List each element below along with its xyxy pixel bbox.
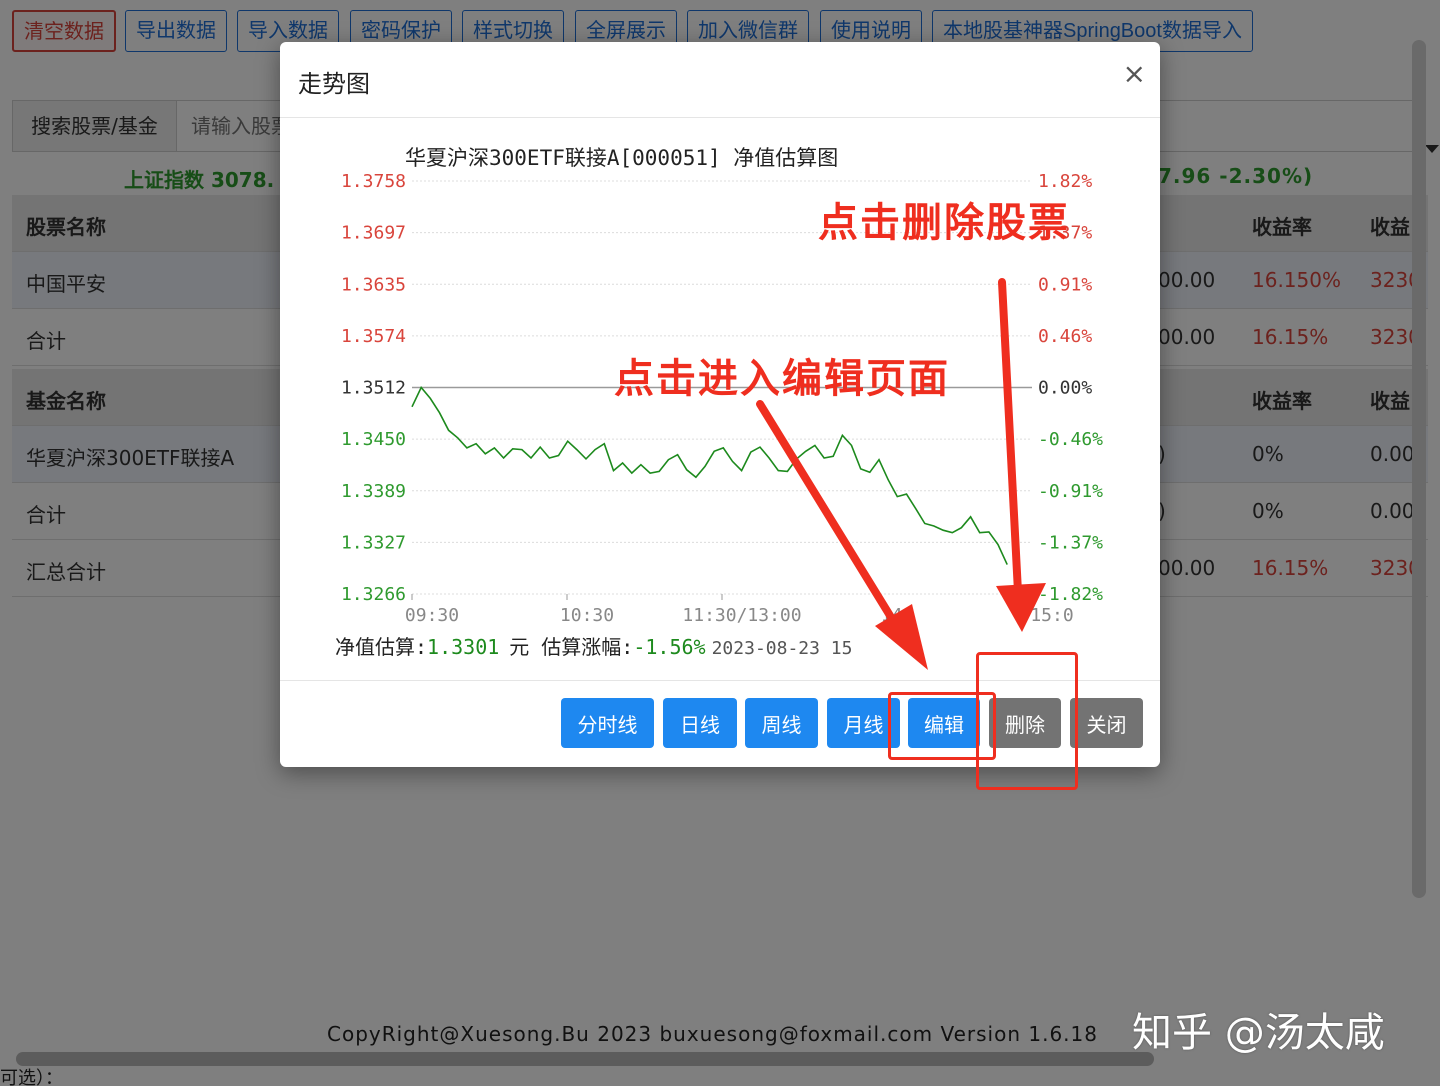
watermark: 知乎 @汤太咸 [1132,1010,1385,1056]
minute-line-button[interactable]: 分时线 [561,698,654,748]
y-tick-label: 1.3450 [341,429,406,450]
close-icon[interactable]: × [1123,58,1146,90]
vertical-scrollbar[interactable] [1412,40,1426,898]
x-tick-label: 14: [881,605,914,626]
nav-time: 2023-08-23 15 [712,638,853,659]
x-tick-label: 15:0 [1030,605,1073,626]
y-tick-label: 1.3389 [341,481,406,502]
x-tick-label: 10:30 [560,605,614,626]
nav-value: 1.3301 [427,635,499,659]
y-tick-label: 1.3574 [341,326,406,347]
change-value: -1.56% [633,635,705,659]
chart-title: 华夏沪深300ETF联接A[000051] 净值估算图 [405,146,838,170]
delete-annotation-label: 点击删除股票 [818,200,1070,246]
y-tick-label-percent: -0.91% [1038,481,1103,502]
y-tick-label-percent: 0.00% [1038,378,1092,399]
y-tick-label: 1.3327 [341,532,406,553]
edit-annotation-label: 点击进入编辑页面 [614,356,950,402]
chart-footer: 净值估算:1.3301 元估算涨幅:-1.56% 2023-08-23 15 [335,635,852,659]
x-tick-label: 11:30/13:00 [682,605,801,626]
y-tick-label-percent: 1.82% [1038,171,1092,192]
nav-label: 净值估算: [335,635,427,659]
y-tick-label-percent: -1.37% [1038,532,1103,553]
y-tick-label: 1.3635 [341,274,406,295]
horizontal-scrollbar[interactable] [16,1052,1154,1066]
modal-header: 走势图 × [280,42,1160,118]
y-tick-label: 1.3266 [341,584,406,605]
close-button[interactable]: 关闭 [1070,698,1143,748]
modal-title: 走势图 [298,70,370,98]
y-tick-label: 1.3758 [341,171,406,192]
nav-unit: 元 [509,635,529,659]
svg-text:净值估算:1.3301元估算涨幅:-1.56%2023-08: 净值估算:1.3301 元估算涨幅:-1.56% 2023-08-23 15 [335,635,852,659]
change-label: 估算涨幅: [541,635,633,659]
delete-highlight-box [976,652,1078,790]
daily-line-button[interactable]: 日线 [663,698,737,748]
y-tick-label-percent: -0.46% [1038,429,1103,450]
y-tick-label-percent: 0.46% [1038,326,1092,347]
x-tick-label: 09:30 [405,605,459,626]
weekly-line-button[interactable]: 周线 [745,698,818,748]
nav-series-line [411,386,1008,565]
y-tick-label: 1.3512 [341,378,406,399]
y-tick-label-percent: 0.91% [1038,274,1092,295]
y-tick-label: 1.3697 [341,223,406,244]
y-tick-label-percent: -1.82% [1038,584,1103,605]
